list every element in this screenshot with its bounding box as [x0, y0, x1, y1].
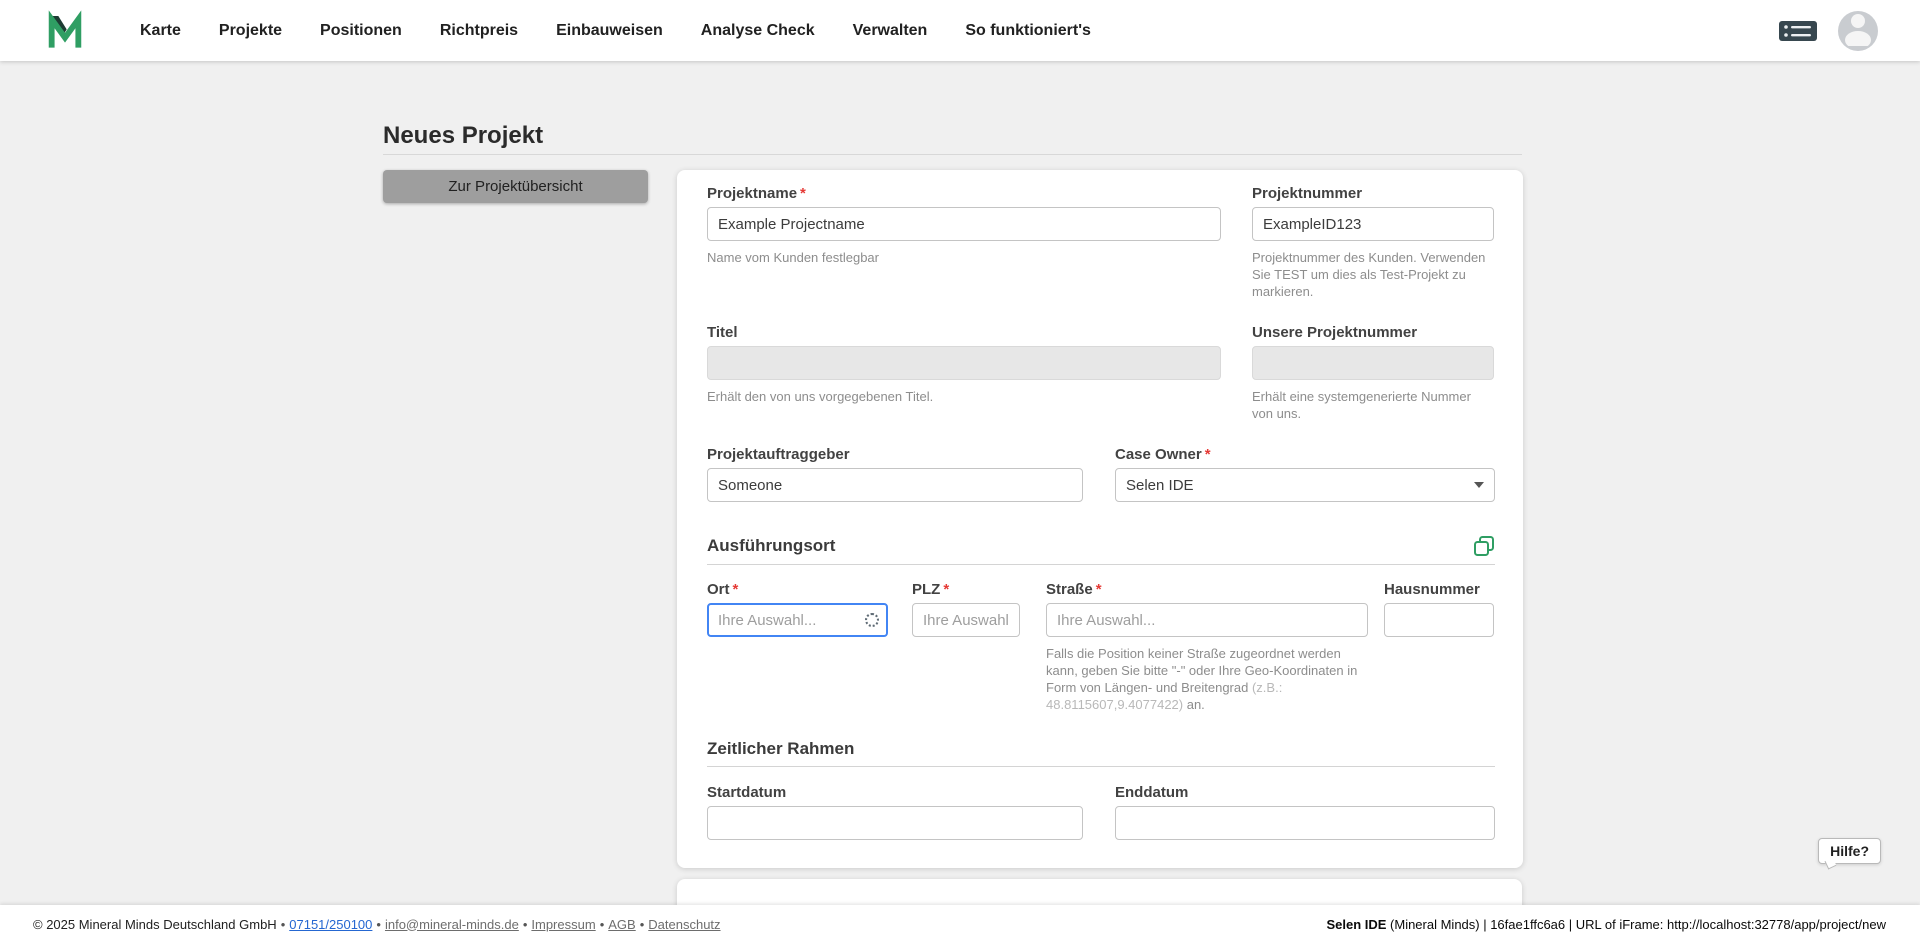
titel-input: [707, 346, 1221, 380]
required-asterisk: *: [733, 581, 739, 598]
footer-left: © 2025 Mineral Minds Deutschland GmbH•07…: [33, 917, 721, 932]
main-nav: Karte Projekte Positionen Richtpreis Ein…: [121, 0, 1110, 61]
projektname-label: Projektname*: [707, 185, 1221, 203]
top-navbar: Karte Projekte Positionen Richtpreis Ein…: [0, 0, 1920, 61]
strasse-label: Straße*: [1046, 581, 1368, 599]
projektnummer-helper: Projektnummer des Kunden. Verwenden Sie …: [1252, 249, 1494, 300]
footer: © 2025 Mineral Minds Deutschland GmbH•07…: [0, 905, 1920, 943]
plz-label-text: PLZ: [912, 581, 940, 598]
page-title: Neues Projekt: [383, 121, 1522, 155]
datenschutz-link[interactable]: Datenschutz: [648, 917, 720, 932]
new-project-form-card: Projektname* Name vom Kunden festlegbar …: [677, 170, 1523, 868]
startdatum-input[interactable]: [707, 806, 1083, 840]
strasse-helper-main: Falls die Position keiner Straße zugeord…: [1046, 646, 1357, 695]
email-link[interactable]: info@mineral-minds.de: [385, 917, 519, 932]
help-button[interactable]: Hilfe?: [1818, 838, 1881, 864]
required-asterisk: *: [800, 185, 806, 202]
form-row-owner: Projektauftraggeber Case Owner* Selen ID…: [707, 446, 1495, 502]
form-row-location: Ort* PLZ*: [707, 581, 1495, 713]
projektname-helper: Name vom Kunden festlegbar: [707, 249, 1221, 266]
required-asterisk: *: [1096, 581, 1102, 598]
footer-session-info: (Mineral Minds) | 16fae1ffc6a6 | URL of …: [1386, 917, 1886, 932]
nav-item-einbauweisen[interactable]: Einbauweisen: [537, 0, 682, 61]
case-owner-label: Case Owner*: [1115, 446, 1495, 464]
nav-item-richtpreis[interactable]: Richtpreis: [421, 0, 537, 61]
ort-label: Ort*: [707, 581, 888, 599]
case-owner-label-text: Case Owner: [1115, 446, 1202, 463]
hausnummer-label: Hausnummer: [1384, 581, 1494, 599]
section-zeitlicher-rahmen: Zeitlicher Rahmen: [707, 739, 1495, 767]
projektnummer-input[interactable]: [1252, 207, 1494, 241]
separator: •: [281, 917, 286, 932]
separator: •: [523, 917, 528, 932]
titel-label: Titel: [707, 324, 1221, 342]
phone-link[interactable]: 07151/250100: [289, 917, 372, 932]
user-avatar[interactable]: [1838, 11, 1878, 51]
main-area: Neues Projekt Zur Projektübersicht Proje…: [0, 0, 1920, 919]
plz-input[interactable]: [912, 603, 1020, 637]
separator: •: [600, 917, 605, 932]
required-asterisk: *: [1205, 446, 1211, 463]
enddatum-input[interactable]: [1115, 806, 1495, 840]
separator: •: [640, 917, 645, 932]
nav-item-verwalten[interactable]: Verwalten: [834, 0, 947, 61]
impressum-link[interactable]: Impressum: [531, 917, 595, 932]
nav-item-projekte[interactable]: Projekte: [200, 0, 301, 61]
agb-link[interactable]: AGB: [608, 917, 635, 932]
footer-right: Selen IDE (Mineral Minds) | 16fae1ffc6a6…: [1326, 917, 1886, 932]
strasse-helper-end: an.: [1183, 697, 1205, 712]
unsere-projektnummer-label: Unsere Projektnummer: [1252, 324, 1494, 342]
case-owner-select[interactable]: Selen IDE: [1115, 468, 1495, 502]
left-pane: Zur Projektübersicht: [383, 170, 648, 203]
projektname-input[interactable]: [707, 207, 1221, 241]
required-asterisk: *: [943, 581, 949, 598]
section-ausfuehrungsort: Ausführungsort: [707, 535, 1495, 565]
projektnummer-label: Projektnummer: [1252, 185, 1494, 203]
app-logo[interactable]: [45, 9, 85, 53]
strasse-input[interactable]: [1046, 603, 1368, 637]
back-to-projects-button[interactable]: Zur Projektübersicht: [383, 170, 648, 203]
person-icon: [1838, 11, 1878, 51]
enddatum-label: Enddatum: [1115, 784, 1495, 802]
nav-item-positionen[interactable]: Positionen: [301, 0, 421, 61]
projektauftraggeber-label: Projektauftraggeber: [707, 446, 1083, 464]
case-owner-value: Selen IDE: [1126, 477, 1194, 494]
copy-icon[interactable]: [1473, 535, 1495, 557]
strasse-label-text: Straße: [1046, 581, 1093, 598]
ort-label-text: Ort: [707, 581, 730, 598]
ort-input[interactable]: [707, 603, 888, 637]
section-ausfuehrungsort-title: Ausführungsort: [707, 536, 835, 556]
unsere-projektnummer-input: [1252, 346, 1494, 380]
section-zeitlicher-rahmen-title: Zeitlicher Rahmen: [707, 739, 854, 759]
form-row-name-number: Projektname* Name vom Kunden festlegbar …: [707, 185, 1495, 300]
projektname-label-text: Projektname: [707, 185, 797, 202]
nav-item-karte[interactable]: Karte: [121, 0, 200, 61]
startdatum-label: Startdatum: [707, 784, 1083, 802]
form-row-titel: Titel Erhält den von uns vorgegebenen Ti…: [707, 324, 1495, 422]
hausnummer-input[interactable]: [1384, 603, 1494, 637]
navbar-right: [1778, 11, 1878, 51]
chevron-down-icon: [1474, 482, 1484, 488]
copyright-text: © 2025 Mineral Minds Deutschland GmbH: [33, 917, 277, 932]
projektauftraggeber-input[interactable]: [707, 468, 1083, 502]
logo-m-icon: [45, 40, 85, 57]
form-row-dates: Startdatum Enddatum: [707, 784, 1495, 840]
separator: •: [376, 917, 381, 932]
server-icon[interactable]: [1778, 18, 1818, 44]
footer-user: Selen IDE: [1326, 917, 1386, 932]
titel-helper: Erhält den von uns vorgegebenen Titel.: [707, 388, 1221, 405]
loading-spinner-icon: [865, 613, 879, 627]
nav-item-so-funktionierts[interactable]: So funktioniert's: [946, 0, 1110, 61]
nav-item-analyse-check[interactable]: Analyse Check: [682, 0, 834, 61]
unsere-projektnummer-helper: Erhält eine systemgenerierte Nummer von …: [1252, 388, 1494, 422]
strasse-helper: Falls die Position keiner Straße zugeord…: [1046, 645, 1368, 713]
plz-label: PLZ*: [912, 581, 1020, 599]
